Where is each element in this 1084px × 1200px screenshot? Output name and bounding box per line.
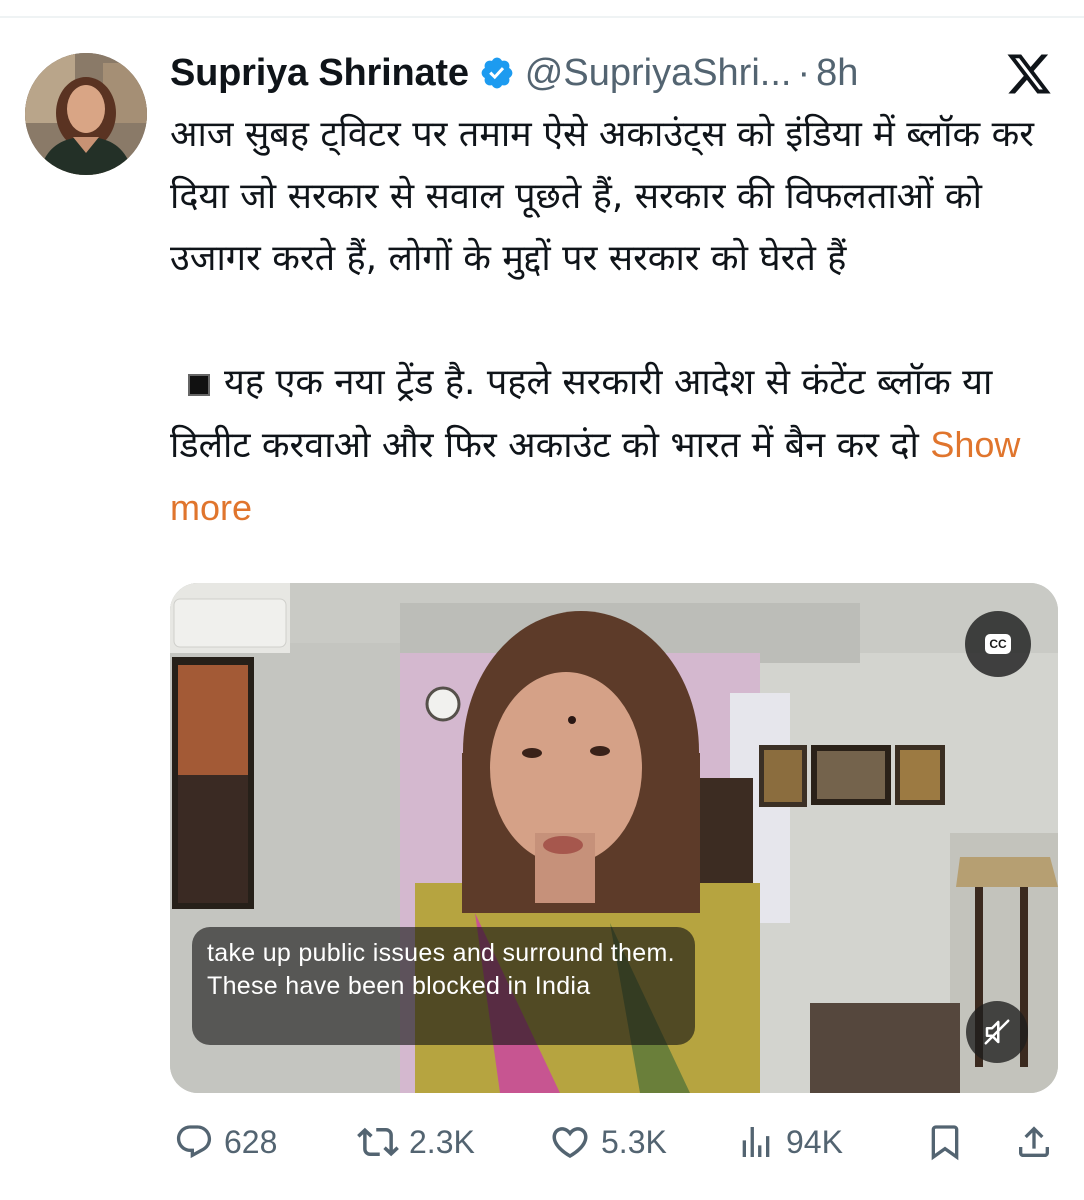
mute-button[interactable] [966, 1001, 1028, 1063]
tweet-paragraph-1: आज सुबह ट्विटर पर तमाम ऐसे अकाउंट्स को इ… [170, 114, 1034, 279]
author-name[interactable]: Supriya Shrinate [170, 52, 469, 95]
tweet-header: Supriya Shrinate @SupriyaShri... · 8h [170, 48, 910, 98]
post-time[interactable]: 8h [816, 52, 858, 95]
bookmark-icon [931, 1125, 959, 1161]
heart-icon [552, 1127, 588, 1159]
speaker-muted-icon [984, 1019, 1010, 1045]
x-logo-icon[interactable] [1003, 50, 1055, 98]
top-divider [0, 16, 1084, 18]
repost-icon [357, 1127, 399, 1157]
views-chart-icon [742, 1127, 770, 1157]
views-count: 94K [786, 1123, 843, 1160]
views-button[interactable]: 94K [736, 1110, 843, 1174]
avatar-photo [25, 53, 147, 175]
video-player[interactable]: CC take up public issues and surround th… [170, 583, 1058, 1093]
author-handle[interactable]: @SupriyaShri... [525, 52, 792, 95]
like-count: 5.3K [601, 1123, 667, 1160]
separator-dot: · [797, 51, 811, 94]
tweet-paragraph-2: यह एक नया ट्रेंड है. पहले सरकारी आदेश से… [170, 352, 1050, 540]
captions-button[interactable]: CC [965, 611, 1031, 677]
repost-count: 2.3K [409, 1123, 475, 1160]
like-button[interactable]: 5.3K [549, 1110, 667, 1174]
video-caption: take up public issues and surround them.… [192, 927, 695, 1045]
repost-button[interactable]: 2.3K [357, 1110, 475, 1174]
share-icon [1019, 1126, 1049, 1157]
tweet-body: आज सुबह ट्विटर पर तमाम ऐसे अकाउंट्स को इ… [170, 104, 1050, 540]
cc-icon: CC [985, 634, 1011, 654]
verified-badge-icon [481, 57, 513, 89]
reply-count: 628 [224, 1123, 278, 1160]
avatar[interactable] [25, 53, 147, 175]
tweet-paragraph-2-text: यह एक नया ट्रेंड है. पहले सरकारी आदेश से… [170, 362, 993, 466]
bookmark-button[interactable] [925, 1110, 975, 1174]
share-button[interactable] [1014, 1110, 1064, 1174]
reply-button[interactable]: 628 [174, 1110, 277, 1174]
tweet-actions: 628 2.3K 5.3K 94K [0, 1110, 1084, 1174]
reply-icon [176, 1125, 212, 1159]
bullet-square-icon [188, 374, 210, 396]
